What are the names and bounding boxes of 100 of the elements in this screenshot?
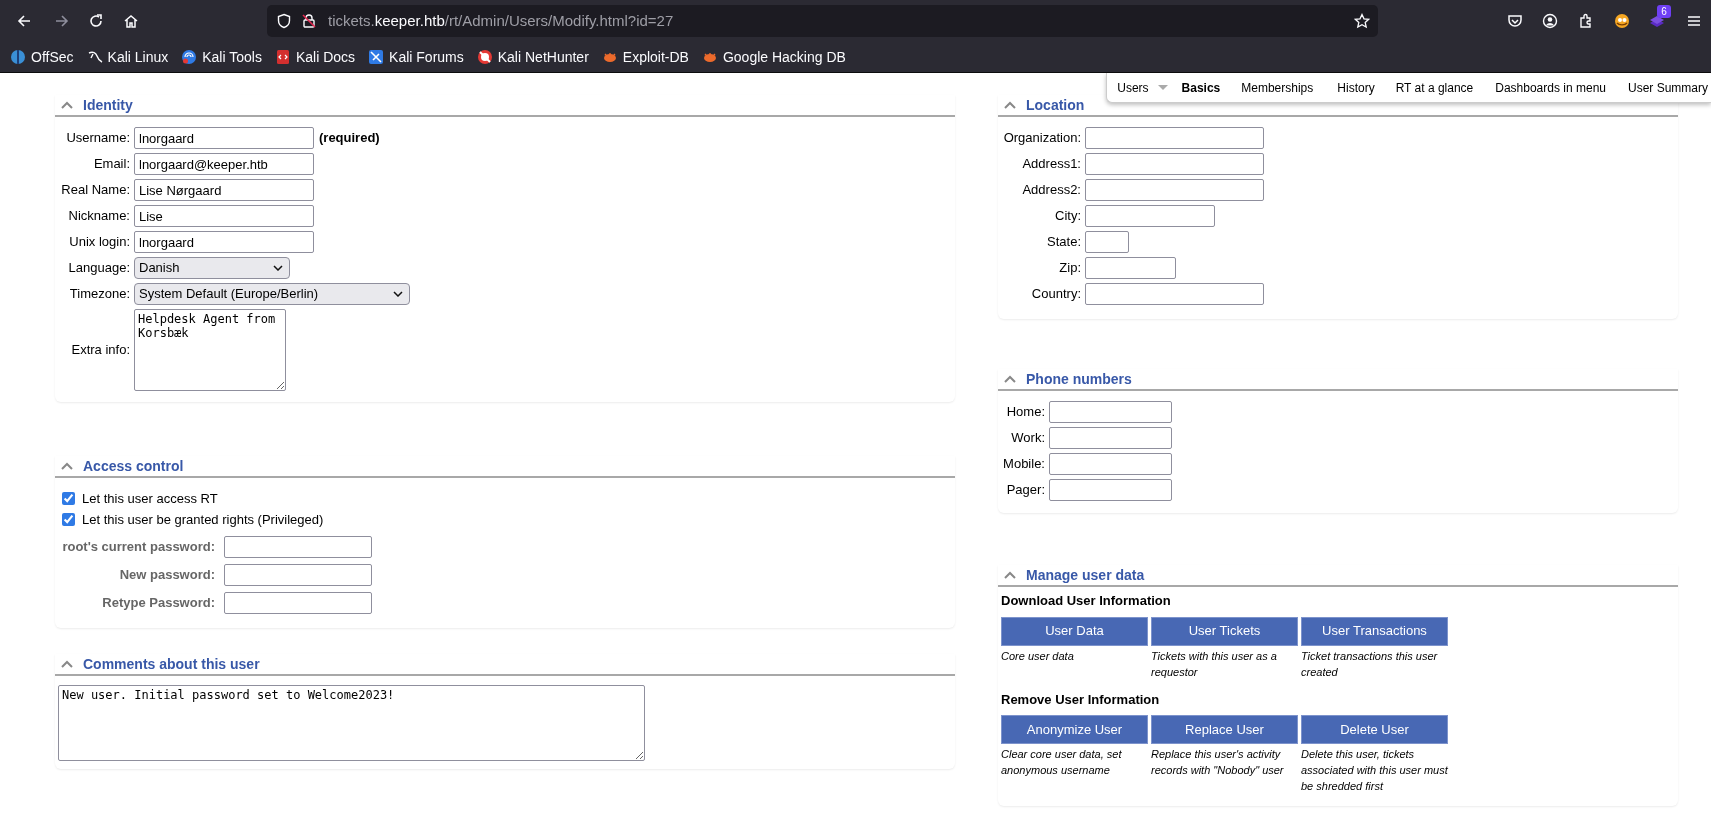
section-title[interactable]: Comments about this user [83,653,260,675]
document-logo-icon [274,49,291,65]
button-caption: Replace this user's activity records with "Nobody" user [1151,747,1285,778]
field-label: Address2: [1021,181,1081,200]
field-label: Zip: [1058,259,1081,278]
url-field[interactable]: tickets.keeper.htb/rt/Admin/Users/Modify.html?id=27 [267,5,1378,37]
section-title[interactable]: Access control [83,455,184,477]
input-field[interactable]: lnorgaard [134,231,314,253]
group-heading: Remove User Information [1001,690,1161,709]
input-field[interactable] [1049,427,1172,449]
input-field[interactable]: lnorgaard@keeper.htb [134,153,314,175]
bookmark-link[interactable]: Kali Tools [202,46,262,68]
section-title[interactable]: Identity [83,94,133,116]
button-caption: Core user data [1001,648,1075,664]
insecure-lock-icon[interactable] [301,13,317,29]
back-icon[interactable] [16,13,32,29]
input-field[interactable] [1085,283,1264,305]
bookmark-link[interactable]: Exploit-DB [622,46,689,68]
chevron-up-icon[interactable] [61,461,73,471]
chevron-up-icon[interactable] [61,659,73,669]
bookmark-link[interactable]: Kali Linux [107,46,169,68]
action-button[interactable]: Anonymize User [1001,715,1148,744]
action-button[interactable]: User Tickets [1151,616,1298,646]
field-label: Address1: [1021,155,1081,174]
bookmark-link[interactable]: Kali Forums [389,46,464,68]
menu-icon[interactable] [1686,13,1702,29]
field-label: Username: [65,129,130,148]
group-heading: Download User Information [1001,592,1172,610]
chevron-up-icon[interactable] [1004,100,1016,110]
input-field[interactable] [1085,179,1264,201]
field-label: Work: [1010,429,1045,448]
chevron-up-icon[interactable] [1004,570,1016,580]
input-field[interactable]: Lise Nørgaard [134,179,314,201]
input-field[interactable]: Lise [134,205,314,227]
field-label: Nickname: [67,207,130,226]
button-caption: Delete this user, tickets associated with this user must be shredded first [1301,747,1448,794]
dropdown-caret-icon[interactable] [1157,85,1168,90]
menu-tab[interactable]: History [1337,78,1396,97]
select-dropdown[interactable]: System Default (Europe/Berlin) [134,283,410,305]
section-title[interactable]: Manage user data [1026,564,1145,586]
field-label: Email: [92,155,130,174]
menu-tab[interactable]: Dashboards in menu [1495,78,1628,97]
menu-tab[interactable]: Basics [1181,78,1242,97]
input-field[interactable] [1085,205,1215,227]
field-label: root's current password: [61,538,215,557]
chevron-down-icon[interactable] [273,265,283,271]
field-label: Country: [1030,285,1081,304]
checkbox[interactable] [62,492,75,505]
checkbox[interactable] [62,513,75,526]
circle-logo-icon [476,49,493,65]
bookmark-star-icon[interactable] [1354,13,1370,29]
text-area[interactable]: New user. Initial password set to Welcome2023! [58,685,645,761]
shield-icon[interactable] [276,13,292,29]
button-caption: Clear core user data, set anonymous username [1001,747,1123,778]
input-field[interactable] [1085,127,1264,149]
field-label: Organization: [1002,129,1081,148]
input-field[interactable] [1085,257,1176,279]
field-label: Home: [1005,403,1045,422]
action-button[interactable]: Replace User [1151,715,1298,744]
checkbox-label: Let this user access RT [82,489,218,508]
text-area[interactable]: Helpdesk Agent from Korsbæk [134,309,286,391]
input-field[interactable] [224,564,372,586]
action-button[interactable]: User Data [1001,616,1148,646]
action-button[interactable]: User Transactions [1301,616,1448,646]
input-field[interactable] [1049,401,1172,423]
account-icon[interactable] [1542,13,1558,29]
menu-tab[interactable]: RT at a glance [1395,78,1496,97]
select-dropdown[interactable]: Danish [134,257,290,279]
section-title[interactable]: Phone numbers [1026,368,1132,390]
field-label: Pager: [1005,481,1045,500]
puzzle-piece-icon[interactable] [1578,13,1594,29]
bookmark-link[interactable]: Google Hacking DB [722,46,846,68]
field-label: Retype Password: [101,594,215,613]
field-label: Real Name: [60,181,130,200]
button-caption: Ticket transactions this user created [1301,648,1439,680]
chevron-down-icon[interactable] [393,291,403,297]
input-field[interactable] [1085,153,1264,175]
menu-tab[interactable]: Users [1117,78,1182,97]
input-field[interactable] [1085,231,1129,253]
reload-icon[interactable] [88,13,104,29]
input-field[interactable]: lnorgaard [134,127,314,149]
menu-tab[interactable]: Memberships [1241,78,1338,97]
input-field[interactable] [1049,479,1172,501]
home-icon[interactable] [123,13,139,29]
bookmark-link[interactable]: Kali Docs [295,46,356,68]
action-button[interactable]: Delete User [1301,715,1448,744]
forward-icon[interactable] [54,13,70,29]
chevron-up-icon[interactable] [1004,374,1016,384]
notification-badge: 6 [1657,5,1671,18]
bookmark-link[interactable]: Kali NetHunter [497,46,589,68]
input-field[interactable] [1049,453,1172,475]
chevron-up-icon[interactable] [61,100,73,110]
menu-tab[interactable]: User Summary [1628,78,1708,97]
field-label: Mobile: [1002,455,1045,474]
required-note: (required) [319,129,380,148]
pocket-icon[interactable] [1507,13,1523,29]
input-field[interactable] [224,536,372,558]
input-field[interactable] [224,592,372,614]
section-title[interactable]: Location [1026,94,1085,116]
bookmark-link[interactable]: OffSec [31,46,74,68]
